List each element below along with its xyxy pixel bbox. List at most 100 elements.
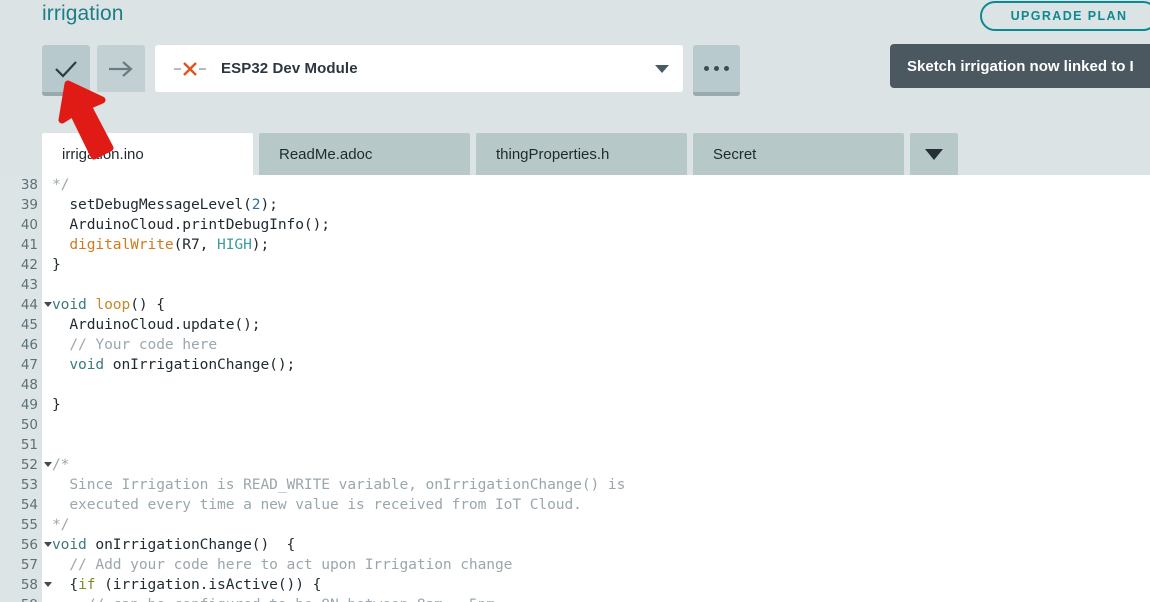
line-number: 49 [0, 395, 42, 415]
code-token: // Add your code here to act upon Irriga… [52, 556, 512, 573]
code-line[interactable] [52, 435, 1150, 455]
line-number-gutter: 3839404142434445464748495051525354555657… [0, 175, 42, 602]
code-token: loop [95, 296, 130, 313]
tab-irrigation-ino[interactable]: irrigation.ino [42, 133, 253, 175]
upgrade-plan-button[interactable]: UPGRADE PLAN [980, 1, 1150, 31]
code-token: /* [52, 456, 69, 473]
arrow-right-icon [107, 59, 135, 79]
code-token: executed every time a new value is recei… [52, 496, 582, 513]
tab-readme-adoc[interactable]: ReadMe.adoc [259, 133, 470, 175]
code-token: void [69, 356, 104, 373]
line-number: 39 [0, 195, 42, 215]
code-token: digitalWrite [69, 236, 173, 253]
code-token [52, 236, 69, 253]
page-title: irrigation [42, 2, 124, 26]
code-token: (irrigation.isActive()) { [95, 576, 321, 593]
line-number: 56 [0, 535, 42, 555]
code-token: // can be configured to be ON between 8a… [52, 596, 495, 602]
code-line[interactable] [52, 415, 1150, 435]
code-line[interactable]: Since Irrigation is READ_WRITE variable,… [52, 475, 1150, 495]
code-token: { [52, 576, 78, 593]
code-token: ); [252, 236, 269, 253]
code-token: if [78, 576, 95, 593]
code-token: () { [130, 296, 165, 313]
code-line[interactable]: ArduinoCloud.printDebugInfo(); [52, 215, 1150, 235]
code-line[interactable]: // can be configured to be ON between 8a… [52, 595, 1150, 602]
line-number: 41 [0, 235, 42, 255]
line-number: 48 [0, 375, 42, 395]
code-line[interactable]: } [52, 395, 1150, 415]
file-tabs: irrigation.ino ReadMe.adoc thingProperti… [42, 133, 958, 175]
tab-label: thingProperties.h [496, 146, 609, 163]
code-token: } [52, 256, 61, 273]
line-number: 47 [0, 355, 42, 375]
code-line[interactable]: {if (irrigation.isActive()) { [52, 575, 1150, 595]
more-dot-1 [704, 66, 709, 71]
code-token: onIrrigationChange() { [87, 536, 295, 553]
code-content[interactable]: */ setDebugMessageLevel(2); ArduinoCloud… [42, 175, 1150, 602]
chevron-down-icon[interactable] [655, 65, 669, 73]
line-number: 40 [0, 215, 42, 235]
tab-label: ReadMe.adoc [279, 146, 372, 163]
checkmark-icon [53, 59, 79, 79]
code-token: // Your code here [52, 336, 217, 353]
code-line[interactable]: // Add your code here to act upon Irriga… [52, 555, 1150, 575]
code-line[interactable]: */ [52, 515, 1150, 535]
code-token [52, 356, 69, 373]
code-line[interactable]: ArduinoCloud.update(); [52, 315, 1150, 335]
tab-secret[interactable]: Secret [693, 133, 904, 175]
code-editor[interactable]: 3839404142434445464748495051525354555657… [0, 175, 1150, 602]
code-token: ArduinoCloud.update(); [52, 316, 260, 333]
code-line[interactable]: void loop() { [52, 295, 1150, 315]
line-number: 38 [0, 175, 42, 195]
tab-label: irrigation.ino [62, 146, 144, 163]
line-number: 57 [0, 555, 42, 575]
code-token: (R7, [174, 236, 217, 253]
more-dot-3 [724, 66, 729, 71]
code-line[interactable] [52, 275, 1150, 295]
code-token: ArduinoCloud.printDebugInfo(); [52, 216, 330, 233]
code-token: setDebugMessageLevel( [52, 196, 252, 213]
code-token: ); [260, 196, 277, 213]
code-line[interactable] [52, 375, 1150, 395]
code-token: onIrrigationChange(); [104, 356, 295, 373]
upload-button[interactable] [97, 45, 145, 92]
line-number: 46 [0, 335, 42, 355]
line-number: 44 [0, 295, 42, 315]
code-token: */ [52, 516, 69, 533]
code-token: } [52, 396, 61, 413]
line-number: 55 [0, 515, 42, 535]
editor-toolbar: ESP32 Dev Module [42, 45, 740, 92]
tab-thingproperties-h[interactable]: thingProperties.h [476, 133, 687, 175]
verify-button[interactable] [42, 45, 90, 92]
line-number: 52 [0, 455, 42, 475]
code-line[interactable]: setDebugMessageLevel(2); [52, 195, 1150, 215]
line-number: 43 [0, 275, 42, 295]
code-line[interactable]: */ [52, 175, 1150, 195]
line-number: 59 [0, 595, 42, 602]
code-token: Since Irrigation is READ_WRITE variable,… [52, 476, 625, 493]
line-number: 45 [0, 315, 42, 335]
tabs-overflow-button[interactable] [910, 133, 958, 175]
code-token: void [52, 536, 87, 553]
code-line[interactable]: executed every time a new value is recei… [52, 495, 1150, 515]
code-line[interactable]: } [52, 255, 1150, 275]
line-number: 50 [0, 415, 42, 435]
code-token: void [52, 296, 95, 313]
board-name-label: ESP32 Dev Module [221, 60, 655, 77]
board-disconnected-icon [173, 59, 207, 79]
code-line[interactable]: digitalWrite(R7, HIGH); [52, 235, 1150, 255]
chevron-down-icon [925, 149, 943, 160]
more-dot-2 [714, 66, 719, 71]
code-line[interactable]: /* [52, 455, 1150, 475]
code-line[interactable]: void onIrrigationChange(); [52, 355, 1150, 375]
line-number: 53 [0, 475, 42, 495]
code-line[interactable]: void onIrrigationChange() { [52, 535, 1150, 555]
toast-notification: Sketch irrigation now linked to I [890, 44, 1150, 88]
board-selector[interactable]: ESP32 Dev Module [155, 45, 683, 92]
code-line[interactable]: // Your code here [52, 335, 1150, 355]
line-number: 54 [0, 495, 42, 515]
more-options-button[interactable] [693, 45, 740, 92]
line-number: 51 [0, 435, 42, 455]
line-number: 58 [0, 575, 42, 595]
